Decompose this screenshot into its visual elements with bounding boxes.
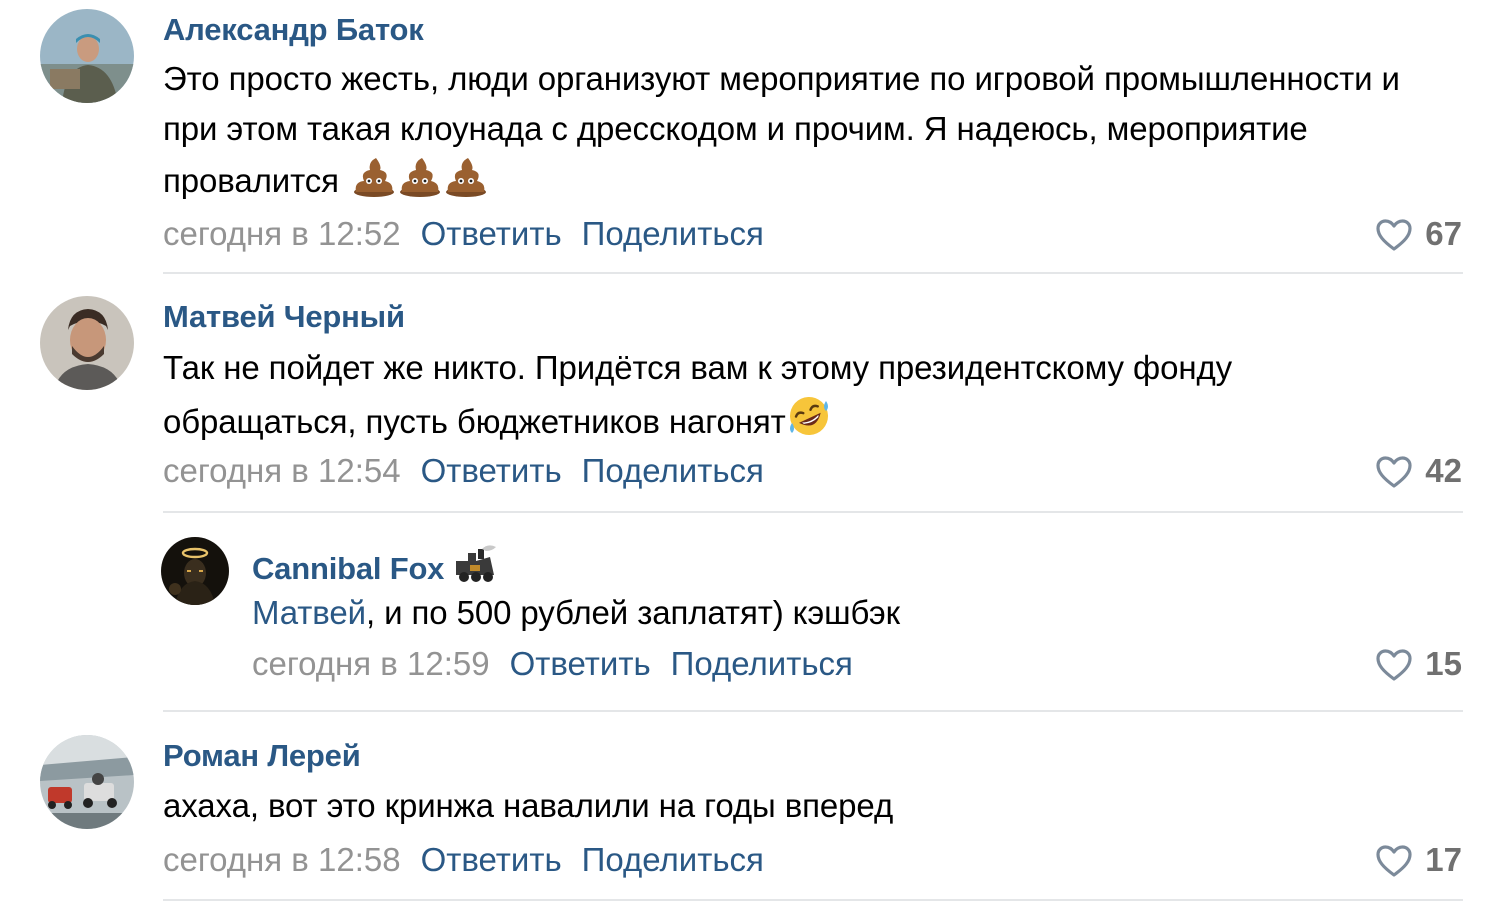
like-button[interactable]: 67: [1375, 214, 1462, 261]
comment-divider: [163, 710, 1463, 712]
comment-meta: сегодня в 12:54 Ответить Поделиться: [163, 451, 764, 491]
reply-button[interactable]: Ответить: [510, 645, 651, 682]
comment-text: Так не пойдет же никто. Придётся вам к э…: [163, 343, 1423, 447]
share-button[interactable]: Поделиться: [582, 215, 764, 252]
comment-divider: [163, 899, 1463, 901]
share-button[interactable]: Поделиться: [671, 645, 853, 682]
comment-date[interactable]: сегодня в 12:59: [252, 645, 490, 682]
avatar[interactable]: [40, 9, 134, 103]
share-button[interactable]: Поделиться: [582, 452, 764, 489]
like-count: 15: [1425, 645, 1462, 682]
avatar[interactable]: [40, 735, 134, 829]
comment-body: Так не пойдет же никто. Придётся вам к э…: [163, 349, 1232, 440]
comment-author[interactable]: Матвей Черный: [163, 299, 405, 335]
comment-date[interactable]: сегодня в 12:52: [163, 215, 401, 252]
poop-emoji-icon: [398, 154, 442, 198]
reply-button[interactable]: Ответить: [421, 841, 562, 878]
like-count: 17: [1425, 841, 1462, 878]
comment-body: , и по 500 рублей заплатят) кэшбэк: [365, 594, 901, 631]
avatar[interactable]: [40, 296, 134, 390]
comment-author[interactable]: Роман Лерей: [163, 738, 361, 774]
comment-divider: [163, 272, 1463, 274]
comment-body: Это просто жесть, люди организуют меропр…: [163, 60, 1400, 199]
comment-date[interactable]: сегодня в 12:58: [163, 841, 401, 878]
heart-icon: [1375, 455, 1413, 498]
like-count: 67: [1425, 215, 1462, 252]
avatar[interactable]: [161, 537, 229, 605]
poop-emoji-icon: [352, 154, 396, 198]
reply-button[interactable]: Ответить: [421, 452, 562, 489]
comment-text: ахаха, вот это кринжа навалили на годы в…: [163, 781, 1423, 831]
locomotive-icon: [452, 545, 498, 593]
comment-author[interactable]: Александр Баток: [163, 12, 424, 48]
heart-icon: [1375, 218, 1413, 261]
like-button[interactable]: 15: [1375, 644, 1462, 691]
like-count: 42: [1425, 452, 1462, 489]
poop-emoji-icon: [444, 154, 488, 198]
comment-meta: сегодня в 12:52 Ответить Поделиться: [163, 214, 764, 254]
comment-body: ахаха, вот это кринжа навалили на годы в…: [163, 787, 894, 824]
comment-text: Это просто жесть, люди организуют меропр…: [163, 54, 1423, 206]
comment-author[interactable]: Cannibal Fox: [252, 545, 498, 593]
heart-icon: [1375, 648, 1413, 691]
like-button[interactable]: 17: [1375, 840, 1462, 887]
mention-link[interactable]: Матвей: [252, 594, 366, 631]
rolling-laughing-emoji-icon: [786, 393, 832, 439]
comment-divider: [163, 511, 1463, 513]
comment-date[interactable]: сегодня в 12:54: [163, 452, 401, 489]
like-button[interactable]: 42: [1375, 451, 1462, 498]
comment-meta: сегодня в 12:58 Ответить Поделиться: [163, 840, 764, 880]
share-button[interactable]: Поделиться: [582, 841, 764, 878]
heart-icon: [1375, 844, 1413, 887]
reply-button[interactable]: Ответить: [421, 215, 562, 252]
author-name[interactable]: Cannibal Fox: [252, 551, 444, 586]
comment-text: Матвей, и по 500 рублей заплатят) кэшбэк: [252, 588, 1412, 638]
comment-meta: сегодня в 12:59 Ответить Поделиться: [252, 644, 853, 684]
